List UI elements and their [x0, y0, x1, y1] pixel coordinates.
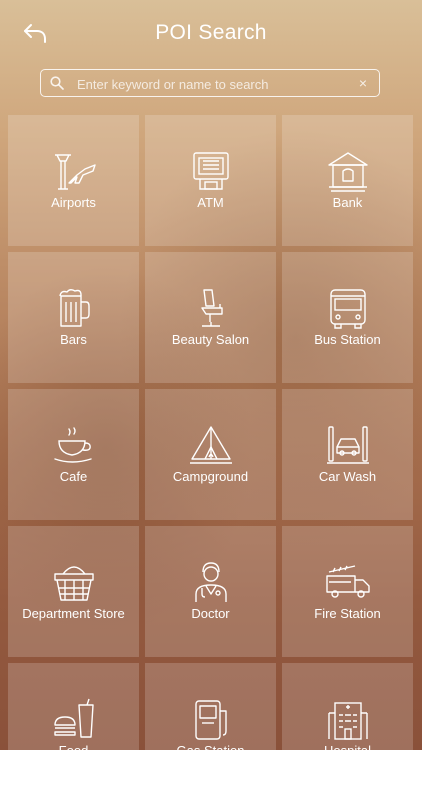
category-tile-doctor[interactable]: Doctor	[145, 526, 276, 657]
category-label: Bus Station	[314, 332, 381, 347]
category-label: Food	[58, 743, 89, 758]
header: POI Search	[0, 0, 422, 66]
salon-chair-icon	[201, 289, 223, 327]
page-title: POI Search	[155, 21, 267, 44]
category-label: Cafe	[59, 469, 88, 484]
car-wash-icon	[327, 426, 369, 464]
category-tile-fire-station[interactable]: Fire Station	[282, 526, 413, 657]
search-icon	[50, 76, 64, 90]
category-label: Doctor	[191, 606, 230, 621]
category-tile-department-store[interactable]: Department Store	[8, 526, 139, 657]
shopping-basket-icon	[54, 566, 94, 601]
bus-icon	[330, 289, 366, 329]
tent-icon	[190, 426, 232, 464]
doctor-icon	[195, 562, 227, 602]
category-tile-bank[interactable]: Bank	[282, 115, 413, 246]
category-label: Gas Station	[176, 743, 245, 758]
category-label: Beauty Salon	[171, 332, 250, 347]
fire-truck-icon	[326, 565, 370, 598]
category-label: Bars	[60, 332, 87, 347]
bank-icon	[328, 152, 368, 192]
category-tile-airports[interactable]: Airports	[8, 115, 139, 246]
category-tile-car-wash[interactable]: Car Wash	[282, 389, 413, 520]
category-tile-hospital[interactable]: Hospital	[282, 663, 413, 794]
category-tile-bus-station[interactable]: Bus Station	[282, 252, 413, 383]
coffee-cup-icon	[54, 427, 92, 463]
hospital-building-icon	[328, 702, 368, 740]
category-tile-beauty-salon[interactable]: Beauty Salon	[145, 252, 276, 383]
category-tile-food[interactable]: Food	[8, 663, 139, 794]
burger-drink-icon	[54, 698, 94, 738]
atm-icon	[193, 152, 229, 190]
category-tile-gas-station[interactable]: Gas Station	[145, 663, 276, 794]
airport-icon	[55, 154, 96, 190]
category-tile-campground[interactable]: Campground	[145, 389, 276, 520]
category-label: Department Store	[22, 606, 125, 621]
category-label: Hospital	[324, 743, 371, 758]
clear-icon[interactable]: ×	[359, 75, 367, 91]
category-label: Bank	[332, 195, 363, 210]
search-bar: ×	[40, 69, 380, 97]
category-label: Airports	[51, 195, 96, 210]
beer-mug-icon	[59, 289, 90, 327]
category-label: Car Wash	[318, 469, 377, 484]
gas-pump-icon	[195, 700, 227, 740]
category-label: Fire Station	[314, 606, 381, 621]
category-label: Campground	[172, 469, 249, 484]
search-input[interactable]	[75, 72, 349, 96]
category-label: ATM	[197, 195, 224, 210]
category-tile-atm[interactable]: ATM	[145, 115, 276, 246]
category-tile-cafe[interactable]: Cafe	[8, 389, 139, 520]
category-tile-bars[interactable]: Bars	[8, 252, 139, 383]
